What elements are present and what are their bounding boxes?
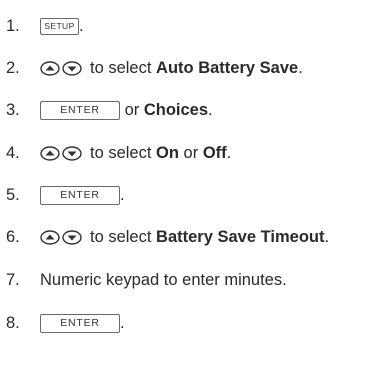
step-text: to select [90,227,157,246]
step-number: 4. [6,143,20,162]
step-number: 7. [6,270,20,289]
step-suffix: . [298,58,303,77]
step-number: 8. [6,313,20,332]
option-off: Off [202,143,227,162]
step-suffix: . [324,227,330,246]
step-number: 2. [6,58,20,77]
up-arrow-icon [40,145,60,161]
step-text: to select [90,58,157,77]
down-arrow-icon [62,60,82,76]
step-text: to select [90,143,157,162]
option-on: On [156,143,179,162]
setup-key: SETUP [40,17,79,35]
step-number: 6. [6,227,20,246]
step-text: or [120,100,144,119]
setting-name: Battery Save Timeout [156,227,325,246]
choices-label: Choices [143,100,209,119]
enter-key: ENTER [40,100,120,120]
step-suffix: . [120,185,125,204]
step-number: 3. [6,100,20,119]
step-number: 5. [6,185,20,204]
step-suffix: . [226,143,232,162]
up-arrow-icon [40,60,60,76]
down-arrow-icon [62,145,82,161]
setting-name: Auto Battery Save [156,58,299,77]
enter-key: ENTER [40,185,120,205]
step-text: Numeric keypad to enter minutes. [40,270,287,289]
step-suffix: . [208,100,213,119]
step-suffix: . [120,313,125,332]
enter-key: ENTER [40,313,120,333]
step-text: or [178,143,203,162]
down-arrow-icon [62,229,82,245]
step-number: 1. [6,16,20,35]
step-suffix: . [79,16,84,35]
up-arrow-icon [40,229,60,245]
